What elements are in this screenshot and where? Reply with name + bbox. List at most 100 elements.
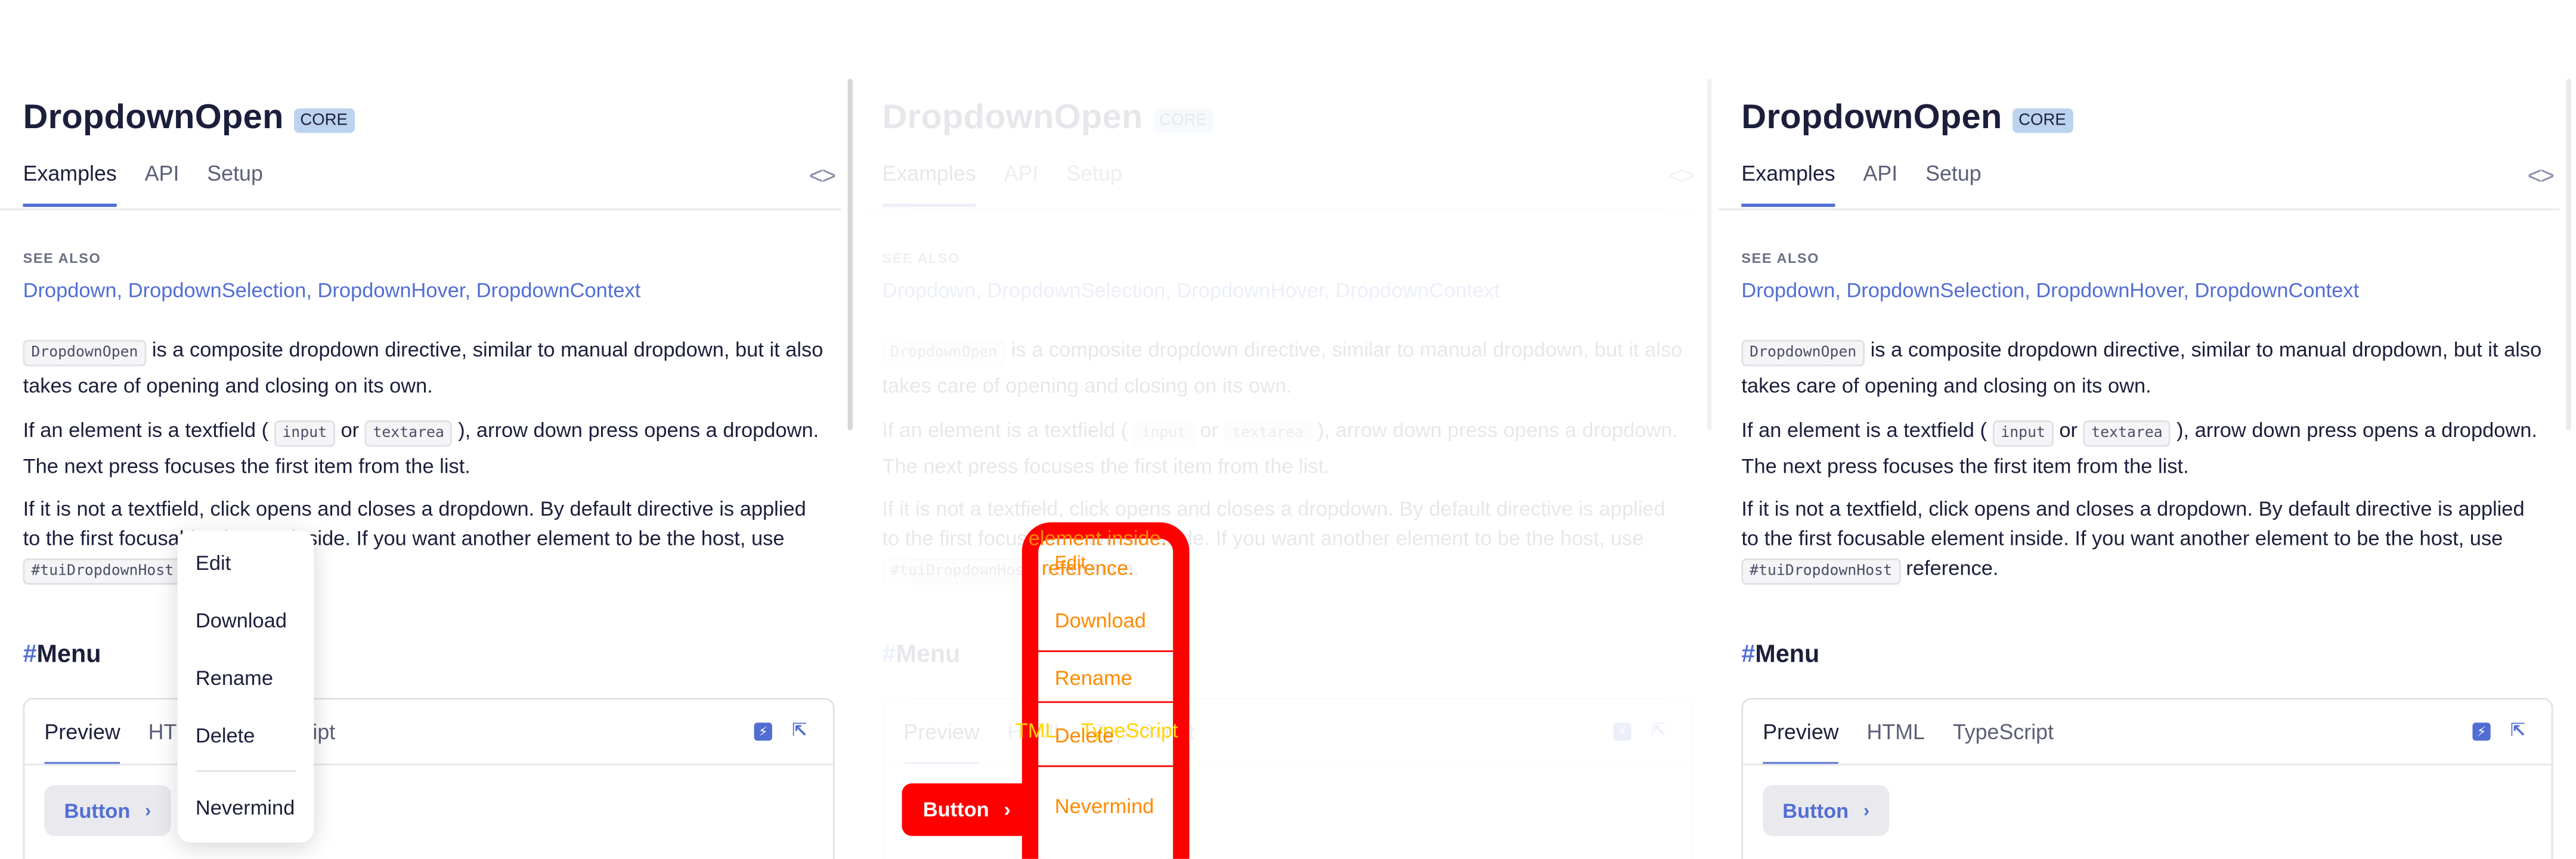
docs-tabs: Examples API Setup — [882, 161, 1122, 207]
paragraph-text: or — [335, 418, 365, 442]
expand-icon[interactable]: ⇱ — [1651, 722, 1669, 740]
link-separator: , — [306, 279, 318, 302]
inline-code: textarea — [1224, 420, 1312, 447]
inline-code: input — [274, 420, 335, 447]
scrollbar[interactable] — [1707, 79, 1712, 430]
link-dropdown[interactable]: Dropdown — [1741, 279, 1835, 302]
core-badge: CORE — [1153, 108, 1213, 134]
title-row: DropdownOpen CORE — [1741, 98, 2073, 138]
demo-tab-html[interactable]: HTML — [1866, 720, 1925, 764]
demo-tab-preview[interactable]: Preview — [44, 720, 121, 765]
tab-api[interactable]: API — [145, 161, 179, 205]
inline-code: DropdownOpen — [1741, 340, 1865, 367]
overlay-menu-item-rename: Rename — [1054, 666, 1132, 690]
link-dropdown-selection[interactable]: DropdownSelection — [987, 279, 1166, 302]
dropdown-trigger-button[interactable]: Button › — [44, 784, 171, 836]
paragraph-text: If it is not a textfield, click opens an… — [1741, 497, 2525, 550]
section-heading-menu: #Menu — [882, 640, 960, 668]
menu-separator — [195, 770, 296, 772]
demo-tab-preview[interactable]: Preview — [903, 720, 980, 765]
scrollbar[interactable] — [847, 79, 853, 430]
page-title: DropdownOpen — [23, 98, 284, 137]
link-dropdown-hover[interactable]: DropdownHover — [1176, 279, 1324, 302]
expand-icon[interactable]: ⇱ — [2510, 722, 2528, 740]
see-also-title: SEE ALSO — [882, 249, 961, 266]
menu-item-delete[interactable]: Delete — [196, 724, 255, 748]
overlay-tab-html-fragment: TML — [1015, 719, 1057, 743]
menu-item-edit[interactable]: Edit — [196, 552, 231, 575]
tab-api[interactable]: API — [1004, 161, 1039, 205]
section-title: Menu — [896, 640, 961, 669]
tab-setup[interactable]: Setup — [207, 161, 263, 205]
stackblitz-icon[interactable]: ⚡ — [1613, 722, 1631, 741]
dropdown-trigger-button[interactable]: Button › — [1763, 784, 1890, 836]
description-paragraph-2: If an element is a textfield ( input or … — [882, 414, 1687, 483]
link-separator: , — [1165, 279, 1177, 302]
page-title: DropdownOpen — [1741, 98, 2002, 137]
paragraph-text: or — [1194, 418, 1224, 442]
link-dropdown[interactable]: Dropdown — [23, 279, 117, 302]
code-brackets-icon[interactable]: <> — [1668, 163, 1695, 191]
link-dropdown-selection[interactable]: DropdownSelection — [1847, 279, 2025, 302]
anchor-hash[interactable]: # — [882, 640, 896, 668]
see-also-links: Dropdown, DropdownSelection, DropdownHov… — [882, 279, 1500, 302]
see-also-title: SEE ALSO — [1741, 249, 1820, 266]
link-separator: , — [976, 279, 987, 302]
chevron-right-icon: › — [1004, 798, 1011, 821]
tab-setup[interactable]: Setup — [1925, 161, 1981, 205]
docs-panel-right: DropdownOpen CORE Examples API Setup <> … — [1718, 0, 2576, 859]
overlay-button[interactable]: Button › — [902, 783, 1032, 836]
code-brackets-icon[interactable]: <> — [809, 163, 836, 191]
tab-examples[interactable]: Examples — [23, 161, 117, 207]
overlay-menu-item-download: Download — [1054, 609, 1146, 632]
chevron-right-icon: › — [1863, 801, 1870, 821]
tab-examples[interactable]: Examples — [882, 161, 976, 207]
docs-panel-left: DropdownOpen CORE Examples API Setup <> … — [0, 0, 858, 859]
tab-setup[interactable]: Setup — [1066, 161, 1122, 205]
expand-icon[interactable]: ⇱ — [792, 722, 810, 740]
link-dropdown-selection[interactable]: DropdownSelection — [128, 279, 306, 302]
page-title: DropdownOpen — [882, 98, 1143, 137]
demo-divider — [884, 764, 1692, 765]
link-dropdown-context[interactable]: DropdownContext — [2195, 279, 2360, 302]
link-separator: , — [2024, 279, 2036, 302]
inline-code: #tuiDropdownHost — [882, 558, 1041, 585]
stackblitz-icon[interactable]: ⚡ — [2472, 722, 2491, 741]
code-brackets-icon[interactable]: <> — [2528, 163, 2555, 191]
menu-item-nevermind[interactable]: Nevermind — [196, 796, 295, 820]
docs-content: DropdownOpen CORE Examples API Setup <> … — [0, 0, 857, 859]
link-dropdown-context[interactable]: DropdownContext — [476, 279, 641, 302]
demo-tab-preview[interactable]: Preview — [1763, 720, 1840, 765]
tab-examples[interactable]: Examples — [1741, 161, 1835, 207]
overlay-menu-item-edit: Edit — [1054, 553, 1086, 573]
tabs-divider — [1718, 208, 2560, 210]
title-row: DropdownOpen CORE — [882, 98, 1213, 138]
link-dropdown-hover[interactable]: DropdownHover — [318, 279, 465, 302]
link-dropdown-context[interactable]: DropdownContext — [1336, 279, 1500, 302]
tab-api[interactable]: API — [1863, 161, 1897, 205]
demo-tab-typescript[interactable]: TypeScript — [1953, 720, 2054, 764]
link-dropdown[interactable]: Dropdown — [882, 279, 976, 302]
paragraph-text: If an element is a textfield ( — [882, 418, 1134, 442]
inline-code: textarea — [364, 420, 453, 447]
inline-code: #tuiDropdownHost — [23, 558, 182, 585]
docs-panel-middle: DropdownOpen CORE Examples API Setup <> … — [859, 0, 1717, 859]
stackblitz-icon[interactable]: ⚡ — [754, 722, 772, 741]
link-separator: , — [1835, 279, 1847, 302]
scrollbar[interactable] — [2566, 79, 2571, 430]
link-dropdown-hover[interactable]: DropdownHover — [2036, 279, 2183, 302]
menu-item-rename[interactable]: Rename — [196, 667, 273, 690]
description-paragraph-3: If it is not a textfield, click opens an… — [1741, 494, 2546, 586]
core-badge: CORE — [2012, 108, 2073, 134]
overlay-button-label: Button — [922, 798, 989, 821]
demo-icons: ⚡ ⇱ — [2472, 722, 2528, 741]
docs-tabs: Examples API Setup — [23, 161, 263, 207]
demo-box: Preview HTML TypeScript ⚡ ⇱ Button › — [23, 697, 835, 859]
anchor-hash[interactable]: # — [1741, 640, 1755, 668]
core-badge: CORE — [293, 108, 354, 134]
demo-divider — [1743, 764, 2552, 765]
menu-item-download[interactable]: Download — [196, 609, 287, 632]
anchor-hash[interactable]: # — [23, 640, 37, 668]
dropdown-menu: Edit Download Rename Delete Nevermind — [177, 530, 314, 843]
description-paragraph-2: If an element is a textfield ( input or … — [23, 414, 828, 483]
